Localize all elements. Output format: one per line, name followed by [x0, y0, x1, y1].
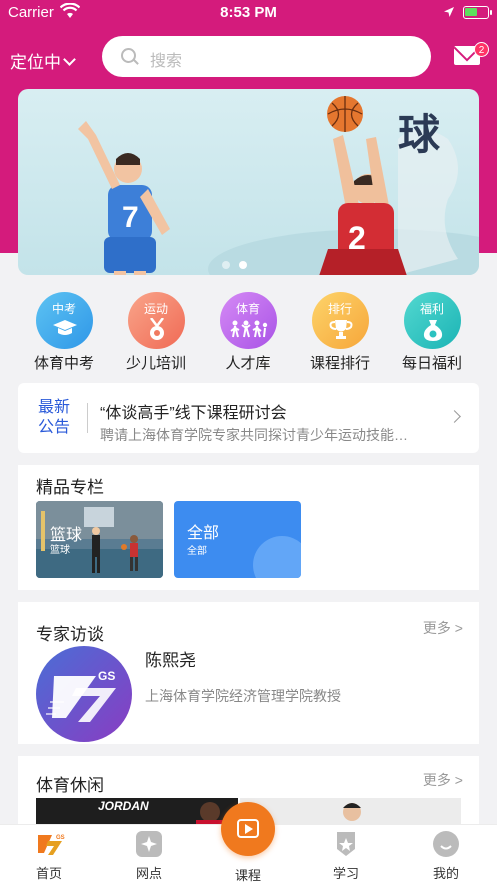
study-icon [333, 831, 359, 857]
location-label: 定位中 [10, 53, 61, 72]
money-bag-icon: 福利 [403, 292, 461, 349]
divider [87, 403, 88, 433]
medal-icon: 运动 [127, 292, 185, 349]
status-bar: Carrier 8:53 PM [0, 0, 497, 26]
category-label: 人才库 [225, 355, 271, 372]
status-time: 8:53 PM [220, 4, 277, 21]
section-title: 体育休闲 [36, 776, 104, 795]
carousel-dot-active[interactable] [239, 261, 247, 269]
battery-icon [463, 6, 492, 19]
tab-spots[interactable]: 网点 [119, 831, 179, 882]
mail-badge: 2 [474, 42, 489, 57]
banner-text: 球 [398, 110, 441, 159]
featured-card-subtitle: 篮球 [50, 545, 70, 556]
expert-section: 专家访谈 更多 > GS 陈熙尧 上海体育学院经济管理学院教授 [18, 602, 479, 744]
search-placeholder: 搜索 [150, 53, 183, 70]
tab-label: 我的 [432, 866, 459, 881]
svg-text:GS: GS [98, 669, 115, 683]
announcement-title: “体谈高手”线下课程研讨会 [100, 405, 287, 422]
home-logo-icon: GS [36, 831, 65, 857]
svg-text:7: 7 [122, 201, 139, 234]
expert-avatar[interactable]: GS [36, 646, 132, 742]
section-title: 精品专栏 [36, 478, 104, 497]
svg-text:GS: GS [56, 835, 65, 841]
tab-study[interactable]: 学习 [316, 831, 376, 882]
more-link[interactable]: 更多 > [423, 618, 463, 638]
expert-description: 上海体育学院经济管理学院教授 [145, 688, 341, 704]
featured-card-subtitle: 全部 [187, 546, 207, 557]
search-icon [121, 48, 136, 63]
category-meiri-fuli[interactable]: 福利 每日福利 [392, 292, 472, 373]
announcement-card[interactable]: 最新 公告 “体谈高手”线下课程研讨会 聘请上海体育学院专家共同探讨青少年运动技… [18, 383, 479, 453]
category-shaoer-peixun[interactable]: 运动 少儿培训 [116, 292, 196, 373]
announcement-tag: 最新 公告 [38, 399, 71, 436]
tab-courses[interactable]: 课程 [218, 865, 278, 883]
spots-icon [136, 831, 162, 857]
profile-smile-icon [433, 831, 459, 857]
featured-card-basketball[interactable]: 篮球 篮球 [36, 501, 163, 578]
carousel-indicator [222, 256, 256, 274]
tab-label: 网点 [135, 866, 162, 881]
trophy-icon: 排行 [311, 292, 369, 349]
tab-label: 学习 [332, 866, 359, 881]
search-input[interactable]: 搜索 [102, 36, 431, 77]
featured-card-all[interactable]: 全部 全部 [174, 501, 301, 578]
category-nav: 中考 体育中考 运动 少儿培训 体育 人才库 排行 课程排行 福利 每日福利 [0, 292, 497, 373]
athletes-icon: 体育 [219, 292, 277, 349]
category-kecheng-paihang[interactable]: 排行 课程排行 [300, 292, 380, 373]
featured-section: 精品专栏 篮球 篮球 全部 全部 [18, 465, 479, 590]
more-link[interactable]: 更多 > [423, 770, 463, 790]
category-label: 课程排行 [309, 355, 370, 372]
chevron-right-icon [448, 410, 461, 423]
category-tiyu-zhongkao[interactable]: 中考 体育中考 [24, 292, 104, 373]
courses-play-button[interactable] [221, 802, 275, 856]
location-selector[interactable]: 定位中 [10, 48, 76, 73]
tab-home[interactable]: GS 首页 [19, 831, 79, 882]
graduation-cap-icon: 中考 [35, 292, 93, 349]
category-rencai-ku[interactable]: 体育 人才库 [208, 292, 288, 373]
brand-logo: GS [46, 669, 116, 722]
section-title: 专家访谈 [36, 625, 104, 644]
category-label: 体育中考 [33, 355, 94, 372]
category-label: 每日福利 [401, 355, 462, 372]
carousel-dot[interactable] [222, 261, 230, 269]
announcement-subtitle: 聘请上海体育学院专家共同探讨青少年运动技能… [100, 427, 408, 443]
tab-label: 课程 [234, 868, 261, 883]
tab-mine[interactable]: 我的 [416, 831, 476, 882]
location-arrow-icon [443, 5, 455, 22]
expert-name[interactable]: 陈熙尧 [145, 646, 196, 671]
category-label: 少儿培训 [125, 355, 186, 372]
banner-illustration: 7 2 球 [78, 96, 479, 275]
featured-card-title: 全部 [187, 525, 220, 542]
chevron-down-icon [63, 53, 76, 66]
banner-carousel[interactable]: 7 2 球 [18, 89, 479, 275]
tab-label: 首页 [35, 866, 62, 881]
